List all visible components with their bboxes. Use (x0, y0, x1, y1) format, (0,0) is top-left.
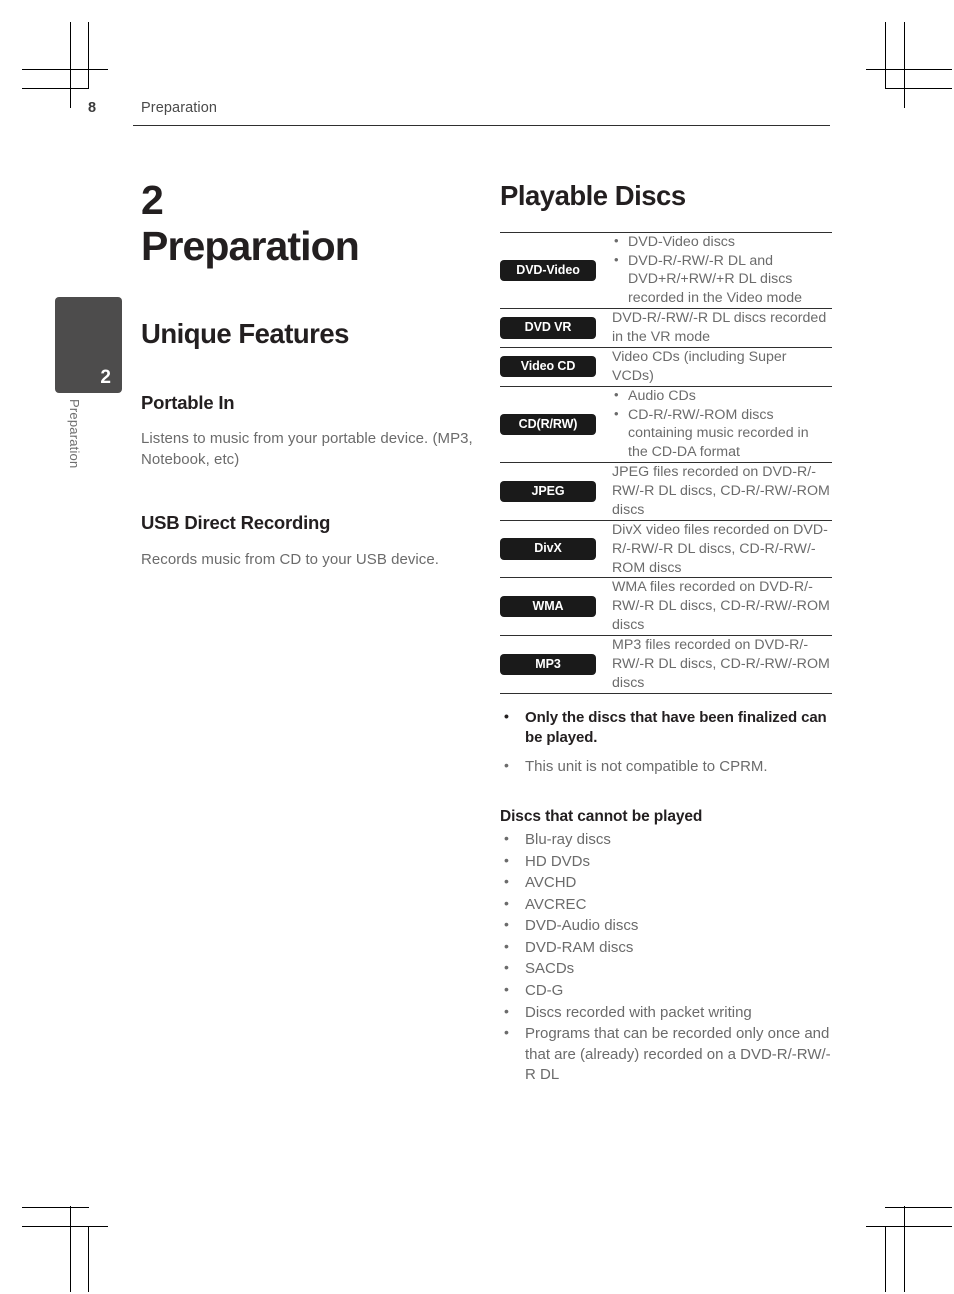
disc-badge-cell: Video CD (500, 347, 612, 386)
disc-description: DVD-R/-RW/-R DL discs recorded in the VR… (612, 310, 827, 345)
disc-bullet-list: Audio CDs CD-R/-RW/-ROM discs containing… (612, 386, 832, 463)
running-header: 8 Preparation (88, 100, 830, 130)
disc-description-cell: Audio CDs CD-R/-RW/-ROM discs containing… (612, 386, 832, 463)
feature-title: USB Direct Recording (141, 512, 331, 534)
table-row: MP3 MP3 files recorded on DVD-R/-RW/-R D… (500, 635, 832, 694)
list-item: HD DVDs (500, 851, 832, 873)
disc-description-cell: DivX video files recorded on DVD-R/-RW/-… (612, 520, 832, 578)
header-section-name: Preparation (141, 100, 218, 116)
list-item: Only the discs that have been finalized … (500, 707, 832, 749)
list-item: CD-R/-RW/-ROM discs containing music rec… (612, 405, 832, 463)
table-row: CD(R/RW) Audio CDs CD-R/-RW/-ROM discs c… (500, 386, 832, 463)
header-rule (133, 125, 830, 127)
disc-badge: MP3 (500, 653, 596, 675)
list-item: AVCREC (500, 894, 832, 916)
feature-body: Records music from CD to your USB device… (141, 550, 439, 568)
disc-bullet-list: DVD-Video discs DVD-R/-RW/-R DL and DVD+… (612, 232, 832, 309)
disc-badge-cell: MP3 (500, 636, 612, 694)
list-item: DVD-Audio discs (500, 915, 832, 937)
playable-discs-heading: Playable Discs (500, 180, 686, 211)
disc-badge: Video CD (500, 356, 596, 378)
disc-description-cell: JPEG files recorded on DVD-R/-RW/-R DL d… (612, 463, 832, 521)
list-item: AVCHD (500, 872, 832, 894)
disc-badge: DivX (500, 538, 596, 560)
chapter-number: 2 (141, 177, 164, 223)
table-row: DVD-Video DVD-Video discs DVD-R/-RW/-R D… (500, 232, 832, 309)
list-item: SACDs (500, 958, 832, 980)
disc-badge-cell: JPEG (500, 463, 612, 521)
disc-badge-cell: DVD-Video (500, 232, 612, 309)
feature-title: Portable In (141, 391, 235, 413)
disc-badge: DVD VR (500, 317, 596, 339)
disc-badge: CD(R/RW) (500, 413, 596, 436)
chapter-tab: 2 (55, 297, 122, 393)
disc-badge-cell: DVD VR (500, 309, 612, 348)
disc-badge-cell: CD(R/RW) (500, 386, 612, 463)
disc-badge: DVD-Video (500, 259, 596, 282)
table-row: DivX DivX video files recorded on DVD-R/… (500, 520, 832, 578)
list-item: DVD-RAM discs (500, 937, 832, 959)
list-item: Blu-ray discs (500, 829, 832, 851)
disc-description-cell: DVD-R/-RW/-R DL discs recorded in the VR… (612, 309, 832, 348)
table-row: DVD VR DVD-R/-RW/-R DL discs recorded in… (500, 308, 832, 348)
table-row: Video CD Video CDs (including Super VCDs… (500, 347, 832, 386)
list-item: Programs that can be recorded only once … (500, 1023, 832, 1086)
disc-badge: JPEG (500, 480, 596, 503)
unique-features-heading: Unique Features (141, 317, 349, 349)
feature-portable-in: Portable In Listens to music from your p… (141, 392, 486, 471)
document-page: 8 Preparation 2 Preparation 2 Preparatio… (0, 0, 954, 1294)
playable-discs-table: DVD-Video DVD-Video discs DVD-R/-RW/-R D… (500, 232, 832, 694)
chapter-title: Preparation (141, 223, 360, 269)
left-column: 2 Preparation Unique Features Portable I… (141, 180, 486, 570)
cannot-be-played-heading: Discs that cannot be played (500, 807, 703, 825)
disc-description-cell: MP3 files recorded on DVD-R/-RW/-R DL di… (612, 636, 832, 694)
chapter-tab-number: 2 (100, 367, 111, 388)
page-number: 8 (88, 100, 97, 116)
list-item: Audio CDs (612, 386, 832, 406)
disc-description-cell: DVD-Video discs DVD-R/-RW/-R DL and DVD+… (612, 232, 832, 309)
feature-body: Listens to music from your portable devi… (141, 429, 473, 469)
right-column: Playable Discs DVD-Video DVD-Video discs… (500, 180, 832, 1087)
disc-notes-list: Only the discs that have been finalized … (500, 707, 832, 778)
disc-description: DivX video files recorded on DVD-R/-RW/-… (612, 521, 828, 576)
list-item: Discs recorded with packet writing (500, 1002, 832, 1024)
disc-description: Video CDs (including Super VCDs) (612, 348, 787, 384)
feature-usb-direct-recording: USB Direct Recording Records music from … (141, 512, 486, 569)
table-row: JPEG JPEG files recorded on DVD-R/-RW/-R… (500, 462, 832, 521)
disc-description: WMA files recorded on DVD-R/-RW/-R DL di… (612, 579, 830, 634)
list-item: DVD-R/-RW/-R DL and DVD+R/+RW/+R DL disc… (612, 251, 832, 309)
chapter-tab-label: Preparation (67, 399, 82, 469)
list-item: CD-G (500, 980, 832, 1002)
disc-description-cell: WMA files recorded on DVD-R/-RW/-R DL di… (612, 578, 832, 636)
disc-description-cell: Video CDs (including Super VCDs) (612, 347, 832, 386)
disc-description: JPEG files recorded on DVD-R/-RW/-R DL d… (612, 464, 830, 518)
disc-description: MP3 files recorded on DVD-R/-RW/-R DL di… (612, 637, 830, 691)
list-item: This unit is not compatible to CPRM. (500, 756, 832, 777)
table-row: WMA WMA files recorded on DVD-R/-RW/-R D… (500, 577, 832, 636)
cannot-be-played-list: Blu-ray discs HD DVDs AVCHD AVCREC DVD-A… (500, 829, 832, 1086)
disc-badge-cell: DivX (500, 520, 612, 578)
disc-badge: WMA (500, 596, 596, 618)
disc-badge-cell: WMA (500, 578, 612, 636)
list-item: DVD-Video discs (612, 232, 832, 252)
